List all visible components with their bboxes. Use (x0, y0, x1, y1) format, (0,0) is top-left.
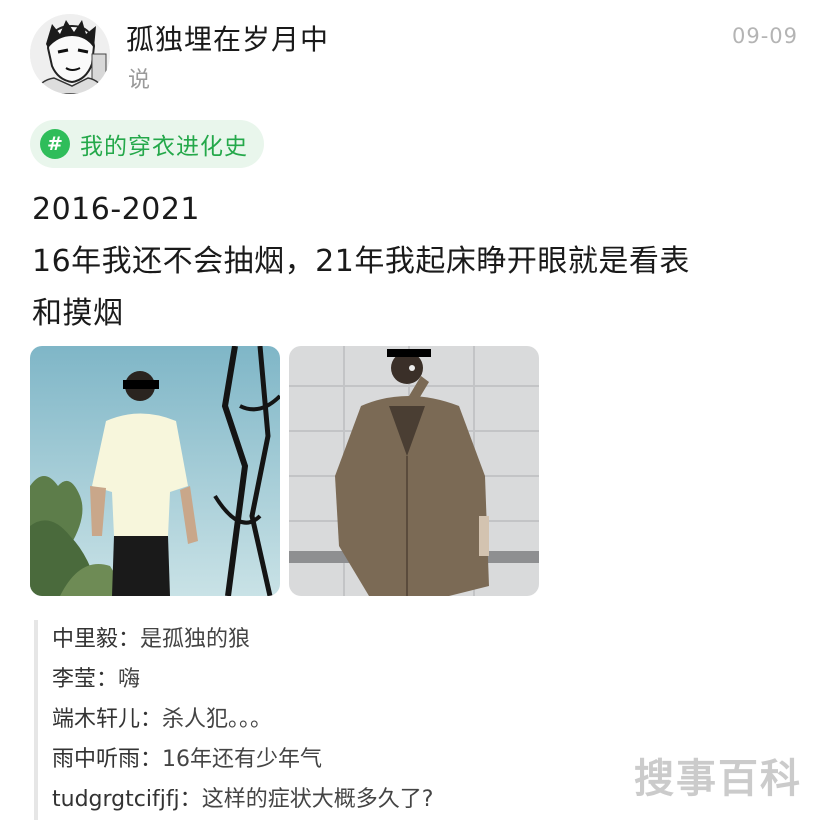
post-photo-2016[interactable] (30, 346, 280, 596)
topic-tag[interactable]: # 我的穿衣进化史 (30, 120, 264, 168)
topic-label: 我的穿衣进化史 (80, 134, 248, 160)
watermark: 搜事百科 (634, 756, 802, 802)
comment-separator: ： (140, 747, 163, 772)
comment-separator: ： (118, 627, 141, 652)
comment-item[interactable]: 李莹：嗨 (52, 660, 812, 700)
user-avatar[interactable] (30, 14, 110, 94)
comment-item[interactable]: 端木轩儿：杀人犯。。。 (52, 700, 812, 740)
post-line: 16年我还不会抽烟，21年我起床睁开眼就是看表 (32, 244, 690, 279)
comment-author[interactable]: 雨中听雨 (52, 747, 140, 772)
post-date: 09-09 (731, 24, 798, 48)
post-body: 2016-2021 16年我还不会抽烟，21年我起床睁开眼就是看表 和摸烟 (32, 184, 802, 340)
action-label: 说 (128, 68, 151, 93)
post-line: 2016-2021 (32, 192, 201, 227)
comment-text: 16年还有少年气 (162, 747, 323, 772)
comment-author[interactable]: 端木轩儿 (52, 707, 140, 732)
comment-separator: ： (96, 667, 119, 692)
comment-separator: ： (140, 707, 163, 732)
comment-item[interactable]: 中里毅：是孤独的狼 (52, 620, 812, 660)
post-line: 和摸烟 (32, 296, 124, 331)
avatar-illustration-icon (30, 14, 110, 94)
comment-author[interactable]: 中里毅 (52, 627, 118, 652)
photo-2021-image (289, 346, 539, 596)
comment-text: 嗨 (118, 667, 141, 692)
post-photo-2021[interactable] (289, 346, 539, 596)
comment-author[interactable]: tudgrgtcifjfj (52, 787, 180, 812)
comment-text: 这样的症状大概多久了? (201, 787, 434, 812)
comment-text: 杀人犯。。。 (162, 707, 273, 732)
username[interactable]: 孤独埋在岁月中 (126, 18, 329, 58)
comment-text: 是孤独的狼 (140, 627, 251, 652)
comment-separator: ： (179, 787, 202, 812)
hashtag-icon: # (40, 129, 70, 159)
photo-2016-image (30, 346, 280, 596)
comment-author[interactable]: 李莹 (52, 667, 96, 692)
